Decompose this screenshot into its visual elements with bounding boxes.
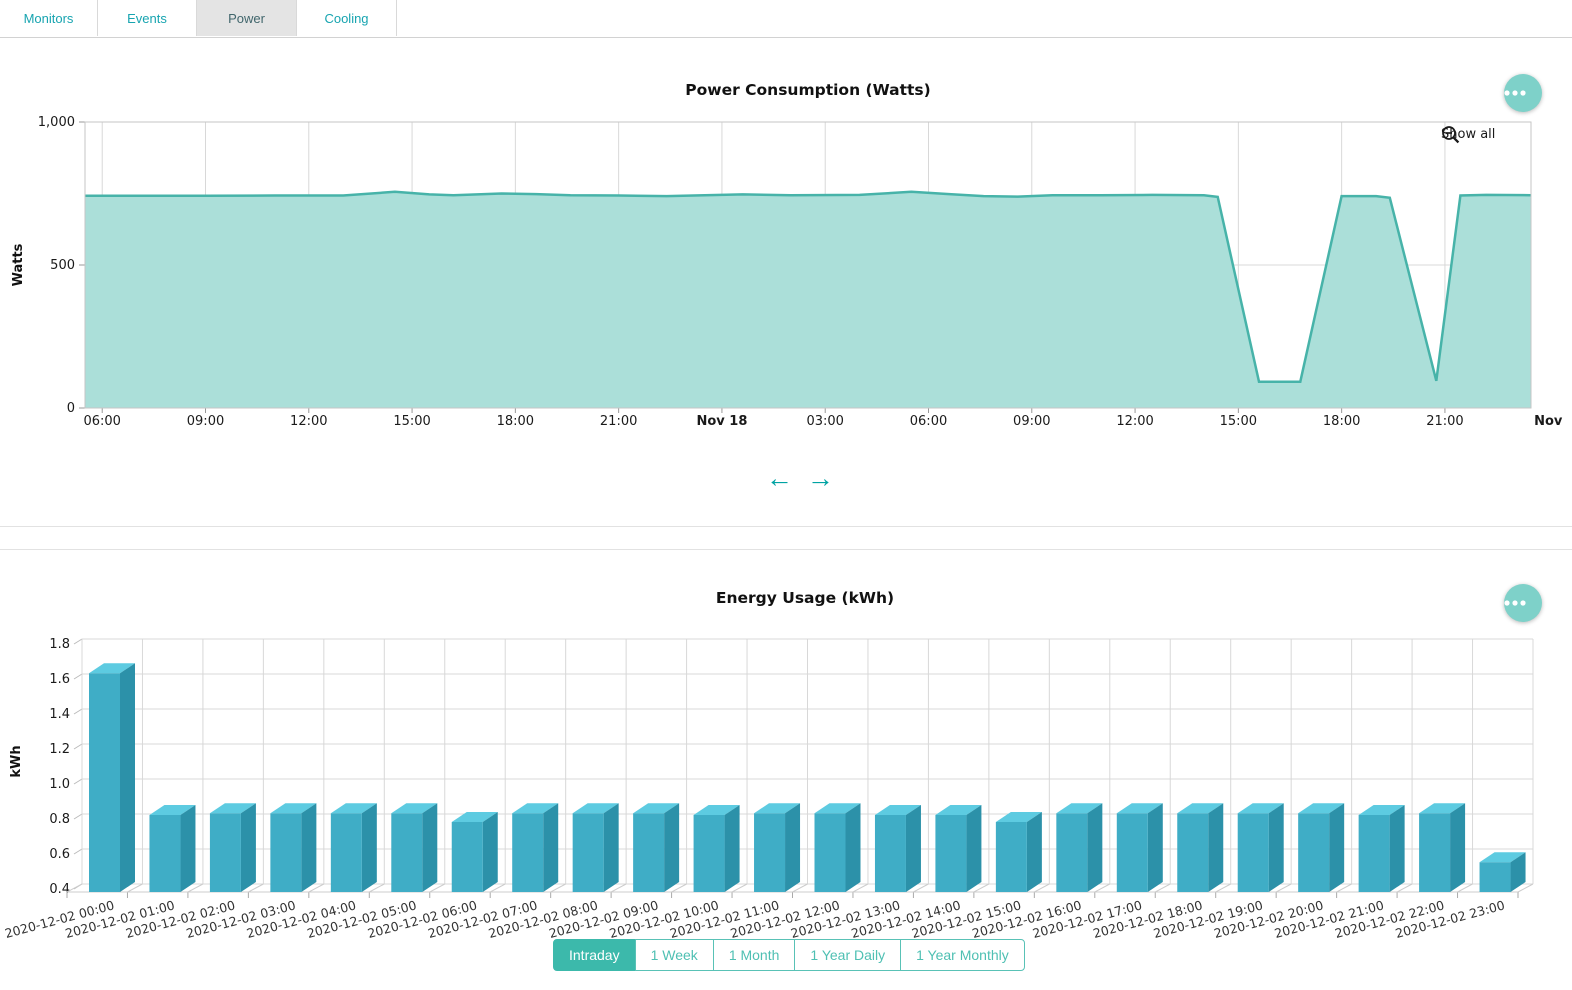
ellipsis-icon — [1504, 600, 1526, 606]
svg-text:1.4: 1.4 — [49, 707, 70, 722]
range-intraday-button[interactable]: Intraday — [553, 939, 636, 971]
svg-text:18:00: 18:00 — [1323, 414, 1360, 429]
range-1week-button[interactable]: 1 Week — [635, 939, 714, 971]
power-consumption-chart[interactable]: 06:00 09:00 12:00 15:00 18:00 21:00 Nov 18 03:0… — [0, 112, 1572, 457]
tab-bar: Monitors Events Power Cooling — [0, 0, 1572, 38]
panel-divider — [0, 526, 1572, 527]
svg-text:09:00: 09:00 — [1013, 414, 1050, 429]
svg-text:1.6: 1.6 — [49, 672, 70, 687]
svg-text:1.8: 1.8 — [49, 637, 70, 652]
time-range-selector: Intraday 1 Week 1 Month 1 Year Daily 1 Y… — [553, 939, 1025, 971]
tab-label: Monitors — [24, 11, 74, 26]
svg-text:15:00: 15:00 — [1220, 414, 1257, 429]
svg-text:06:00: 06:00 — [83, 414, 120, 429]
svg-text:Nov: Nov — [1534, 414, 1563, 429]
svg-text:03:00: 03:00 — [806, 414, 843, 429]
range-1year-daily-button[interactable]: 1 Year Daily — [794, 939, 901, 971]
energy-chart-title: Energy Usage (kWh) — [82, 589, 1528, 607]
range-1month-button[interactable]: 1 Month — [713, 939, 796, 971]
energy-usage-chart[interactable]: 1.81.61.41.21.00.80.60.42020-12-02 00:00… — [0, 620, 1572, 938]
svg-text:06:00: 06:00 — [910, 414, 947, 429]
svg-text:21:00: 21:00 — [600, 414, 637, 429]
svg-text:12:00: 12:00 — [1116, 414, 1153, 429]
svg-text:1,000: 1,000 — [38, 115, 75, 130]
power-chart-title: Power Consumption (Watts) — [85, 81, 1531, 99]
next-arrow-icon[interactable]: → — [807, 463, 834, 493]
svg-text:500: 500 — [50, 258, 75, 273]
svg-text:Nov 18: Nov 18 — [696, 414, 747, 429]
tab-power[interactable]: Power — [197, 0, 297, 36]
panel-divider — [0, 549, 1572, 550]
svg-text:18:00: 18:00 — [497, 414, 534, 429]
svg-text:1.0: 1.0 — [49, 777, 70, 792]
previous-arrow-icon[interactable]: ← — [766, 463, 793, 493]
power-chart-menu-button[interactable] — [1504, 74, 1542, 112]
tab-label: Events — [127, 11, 167, 26]
svg-text:0.8: 0.8 — [49, 812, 70, 827]
svg-text:15:00: 15:00 — [393, 414, 430, 429]
tab-monitors[interactable]: Monitors — [0, 0, 98, 36]
tab-label: Cooling — [324, 11, 368, 26]
svg-text:21:00: 21:00 — [1426, 414, 1463, 429]
svg-text:kWh: kWh — [9, 745, 24, 777]
energy-chart-menu-button[interactable] — [1504, 584, 1542, 622]
ellipsis-icon — [1504, 90, 1526, 96]
tab-cooling[interactable]: Cooling — [297, 0, 397, 36]
svg-text:12:00: 12:00 — [290, 414, 327, 429]
svg-text:09:00: 09:00 — [187, 414, 224, 429]
svg-text:Watts: Watts — [11, 243, 26, 286]
tab-label: Power — [228, 11, 265, 26]
zoom-out-icon — [1441, 125, 1461, 145]
svg-text:1.2: 1.2 — [49, 742, 70, 757]
show-all-button[interactable]: Show all — [1441, 127, 1495, 142]
svg-text:0: 0 — [67, 401, 75, 416]
svg-text:0.6: 0.6 — [49, 847, 70, 862]
time-navigation: ← → — [760, 463, 840, 493]
tab-events[interactable]: Events — [98, 0, 197, 36]
range-1year-monthly-button[interactable]: 1 Year Monthly — [900, 939, 1025, 971]
